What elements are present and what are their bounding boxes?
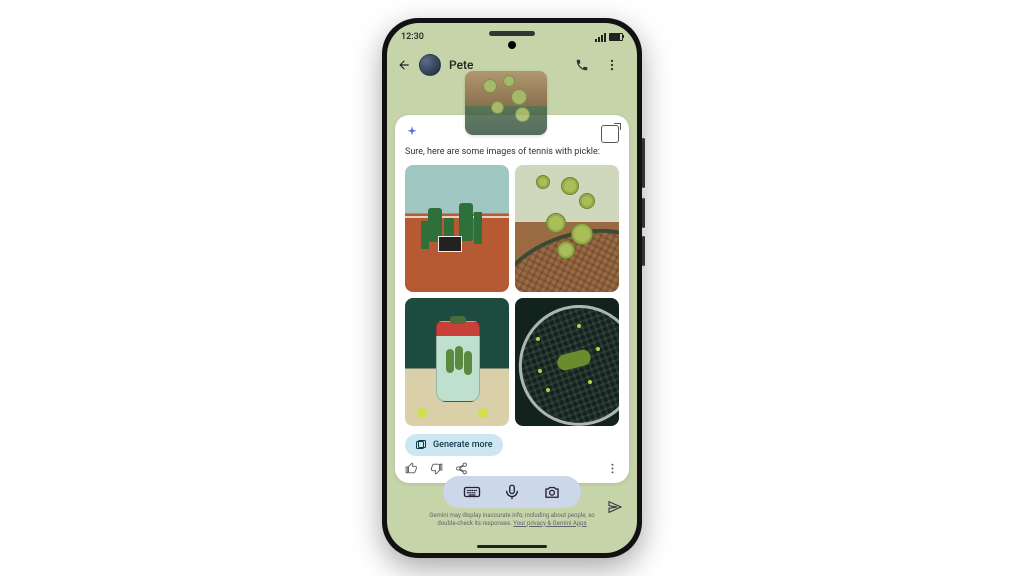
- disclaimer-text: Gemini may display inaccurate info, incl…: [429, 512, 594, 527]
- generate-more-label: Generate more: [433, 440, 493, 450]
- open-external-button[interactable]: [601, 125, 619, 143]
- generated-image-2[interactable]: [515, 165, 619, 293]
- battery-icon: [609, 33, 623, 41]
- mic-button[interactable]: [503, 483, 521, 501]
- share-icon: [455, 462, 468, 475]
- generate-more-button[interactable]: Generate more: [405, 434, 503, 456]
- back-button[interactable]: [397, 58, 411, 72]
- thumbs-down-icon: [430, 462, 443, 475]
- thumbs-up-icon: [405, 462, 418, 475]
- gemini-spark-icon: [405, 125, 419, 139]
- gemini-response-card: Sure, here are some images of tennis wit…: [395, 115, 629, 483]
- input-pill: [443, 476, 581, 508]
- mic-icon: [503, 483, 521, 501]
- privacy-link[interactable]: Your privacy & Gemini Apps: [513, 520, 586, 527]
- power-button: [642, 138, 645, 188]
- response-more-button[interactable]: [606, 462, 619, 475]
- input-dock: Gemini may display inaccurate info, incl…: [387, 476, 637, 527]
- thumbs-up-button[interactable]: [405, 462, 418, 475]
- keyboard-button[interactable]: [463, 483, 481, 501]
- call-button[interactable]: [575, 58, 597, 72]
- generate-icon: [415, 439, 427, 451]
- contact-avatar[interactable]: [419, 54, 441, 76]
- camera-icon: [543, 483, 561, 501]
- more-vert-icon: [605, 58, 619, 72]
- status-time: 12:30: [401, 32, 424, 42]
- thumbs-down-button[interactable]: [430, 462, 443, 475]
- generated-image-3[interactable]: [405, 298, 509, 426]
- volume-up-button: [642, 198, 645, 228]
- front-camera: [508, 41, 516, 49]
- keyboard-icon: [463, 483, 481, 501]
- more-vert-icon: [606, 462, 619, 475]
- image-grid: [405, 165, 619, 426]
- response-text: Sure, here are some images of tennis wit…: [405, 147, 619, 159]
- share-button[interactable]: [455, 462, 468, 475]
- camera-button[interactable]: [543, 483, 561, 501]
- phone-frame: 12:30 Pete: [382, 18, 642, 558]
- volume-down-button: [642, 236, 645, 266]
- arrow-left-icon: [397, 58, 411, 72]
- contact-name: Pete: [449, 58, 567, 72]
- feedback-row: [405, 462, 619, 475]
- home-indicator[interactable]: [477, 545, 547, 548]
- phone-speaker: [489, 31, 535, 36]
- signal-icon: [595, 33, 606, 42]
- generated-image-1[interactable]: [405, 165, 509, 293]
- sent-image-thumbnail[interactable]: [465, 71, 547, 135]
- phone-icon: [575, 58, 589, 72]
- generated-image-4[interactable]: [515, 298, 619, 426]
- more-button[interactable]: [605, 58, 627, 72]
- phone-screen: 12:30 Pete: [387, 23, 637, 553]
